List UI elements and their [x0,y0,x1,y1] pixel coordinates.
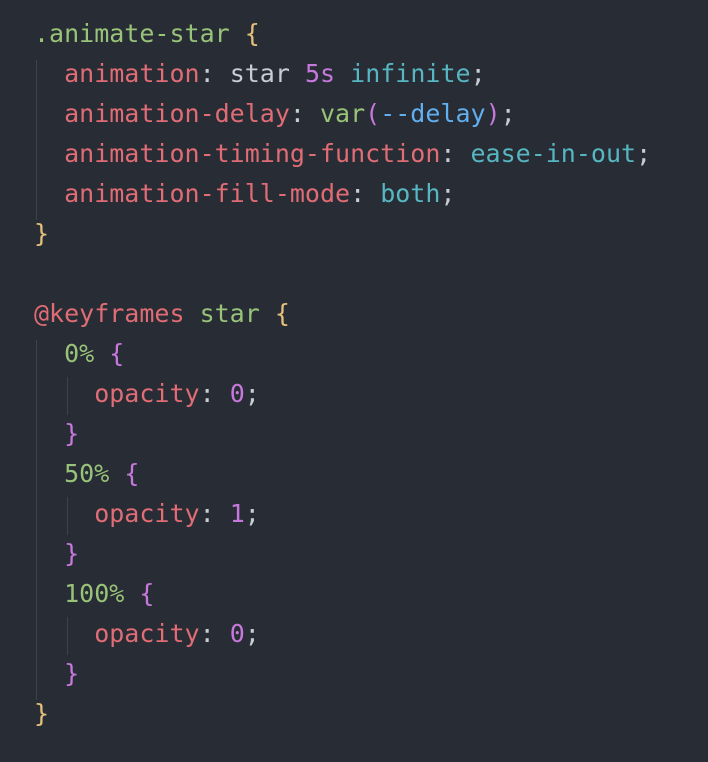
code-token: 0% [34,339,95,368]
code-token: opacity [34,619,200,648]
code-token: } [34,419,80,448]
code-token: var [319,99,366,128]
code-token: animation-fill-mode [34,179,351,208]
code-line[interactable]: } [34,694,49,734]
code-token: infinite [350,59,471,88]
code-line[interactable]: opacity: 0; [34,374,260,414]
code-token: : [440,139,471,168]
code-line[interactable]: } [34,214,49,254]
code-editor[interactable]: .animate-star { animation: star 5s infin… [0,0,708,762]
code-token: { [109,339,125,368]
code-token: @keyframes [34,299,185,328]
code-token: 0 [229,619,245,648]
code-token: ; [244,619,260,648]
code-line[interactable]: } [34,654,79,694]
code-token: ( [365,99,381,128]
code-token: ; [500,99,516,128]
code-token: .animate-star [34,19,230,48]
code-token: 0 [229,379,245,408]
code-line[interactable]: } [34,534,79,574]
code-token: } [34,659,80,688]
code-token: 100% [34,579,125,608]
code-token: } [34,219,50,248]
code-token: ease-in-out [470,139,637,168]
code-token: { [274,299,290,328]
code-token: star [229,59,290,88]
code-token: 50% [34,459,110,488]
code-token: : [199,499,230,528]
code-token: ; [440,179,456,208]
code-token: opacity [34,499,200,528]
code-token: 5s [304,59,336,88]
code-token: : [199,59,230,88]
code-token: { [244,19,260,48]
code-line[interactable]: .animate-star { [34,14,260,54]
code-token: { [139,579,155,608]
code-token: ; [244,379,260,408]
code-token: star [199,299,260,328]
code-line[interactable]: 0% { [34,334,124,374]
code-token: --delay [380,99,486,128]
code-line[interactable]: animation-fill-mode: both; [34,174,455,214]
code-token: animation [34,59,200,88]
code-token: } [34,539,80,568]
code-line[interactable]: animation-timing-function: ease-in-out; [34,134,651,174]
code-line[interactable]: animation-delay: var(--delay); [34,94,516,134]
code-line[interactable]: @keyframes star { [34,294,290,334]
code-token: 1 [229,499,245,528]
code-token: { [124,459,140,488]
code-line[interactable]: opacity: 1; [34,494,260,534]
code-line[interactable]: 50% { [34,454,139,494]
code-token: ) [485,99,501,128]
code-token: : [199,619,230,648]
code-token: : [199,379,230,408]
code-token: : [350,179,381,208]
code-token: ; [636,139,652,168]
code-token: both [380,179,441,208]
code-line[interactable]: 100% { [34,574,154,614]
code-token: : [289,99,320,128]
code-token: ; [244,499,260,528]
code-line[interactable]: } [34,414,79,454]
code-token: } [34,699,50,728]
code-token: animation-timing-function [34,139,441,168]
code-token: ; [470,59,486,88]
code-token: animation-delay [34,99,290,128]
code-line[interactable]: animation: star 5s infinite; [34,54,486,94]
code-token: opacity [34,379,200,408]
code-line[interactable]: opacity: 0; [34,614,260,654]
